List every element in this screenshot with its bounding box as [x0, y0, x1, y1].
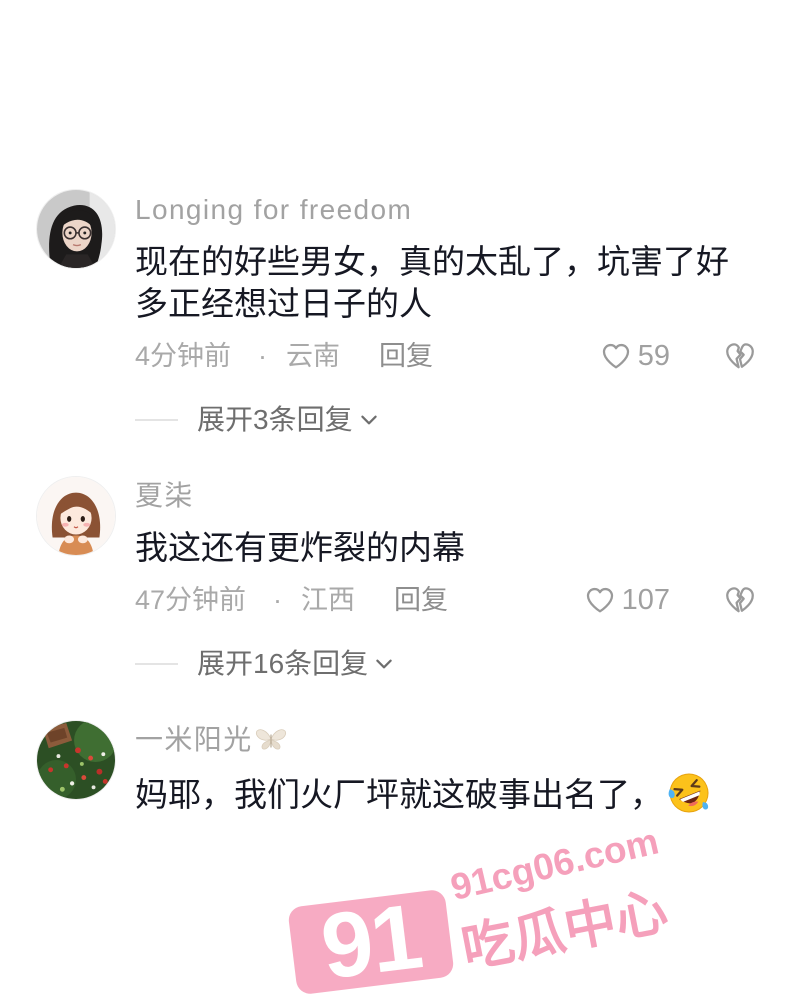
broken-heart-icon: [726, 343, 754, 369]
comment-meta: 4分钟前 · 云南 回复 59: [135, 339, 765, 373]
expand-divider-line: [135, 663, 178, 665]
cartoon-girl-avatar-icon: [37, 477, 115, 555]
username[interactable]: 夏柒: [135, 481, 765, 511]
dislike-button[interactable]: [722, 339, 758, 373]
like-button[interactable]: 107: [584, 583, 670, 617]
expand-replies-button[interactable]: 展开3条回复: [135, 403, 765, 437]
comment-list: Longing for freedom 现在的好些男女，真的太乱了，坑害了好多正…: [0, 0, 800, 1000]
comment-text-container: 妈耶，我们火厂坪就这破事出名了，: [135, 771, 735, 816]
avatar[interactable]: [36, 476, 116, 556]
username-text: 夏柒: [135, 480, 194, 511]
comment-location: 云南: [286, 341, 341, 371]
like-count: 107: [621, 584, 670, 616]
username[interactable]: Longing for freedom: [135, 195, 765, 225]
comment-time: 4分钟前: [135, 341, 232, 371]
meta-separator: ·: [258, 341, 268, 371]
chevron-down-icon: [376, 659, 392, 669]
comment-meta: 47分钟前 · 江西 回复 107: [135, 583, 765, 617]
expand-replies-button[interactable]: 展开16条回复: [135, 647, 765, 681]
butterfly-icon: [255, 729, 286, 750]
rolling-on-the-floor-laughing-emoji-icon: [668, 773, 709, 813]
avatar[interactable]: [36, 189, 116, 269]
broken-heart-icon: [726, 587, 754, 613]
garden-plants-avatar-icon: [37, 721, 115, 799]
username-text: 一米阳光: [135, 724, 253, 755]
comment-text: 现在的好些男女，真的太乱了，坑害了好多正经想过日子的人: [135, 243, 729, 322]
expand-replies-label: 展开16条回复: [197, 648, 369, 679]
avatar[interactable]: [36, 720, 116, 800]
dislike-button[interactable]: [722, 583, 758, 617]
reply-button[interactable]: 回复: [394, 585, 448, 615]
comment-text: 我这还有更炸裂的内幕: [135, 529, 465, 566]
expand-divider-line: [135, 419, 178, 421]
comment-text: 妈耶，我们火厂坪就这破事出名了，: [135, 776, 663, 813]
meta-separator: ·: [273, 585, 283, 615]
comment-body: 夏柒 我这还有更炸裂的内幕 47分钟前 · 江西 回复 107 展开16条回复: [135, 474, 765, 681]
heart-outline-icon: [602, 343, 629, 369]
chevron-down-icon: [360, 415, 377, 425]
watermark-badge-text: 91: [315, 885, 427, 999]
comment-body: Longing for freedom 现在的好些男女，真的太乱了，坑害了好多正…: [135, 188, 765, 437]
like-count: 59: [637, 340, 670, 372]
comment-location: 江西: [301, 585, 356, 615]
reply-button[interactable]: 回复: [379, 341, 433, 371]
comment-time: 47分钟前: [135, 585, 247, 615]
like-button[interactable]: 59: [600, 339, 670, 373]
comment-body: 一米阳光 妈耶，我们火厂坪就这破事出名了，: [135, 718, 765, 816]
expand-replies-label: 展开3条回复: [197, 404, 353, 435]
woman-with-glasses-avatar-icon: [37, 190, 115, 268]
heart-outline-icon: [586, 587, 613, 613]
username-text: Longing for freedom: [135, 194, 413, 225]
username[interactable]: 一米阳光: [135, 725, 765, 755]
